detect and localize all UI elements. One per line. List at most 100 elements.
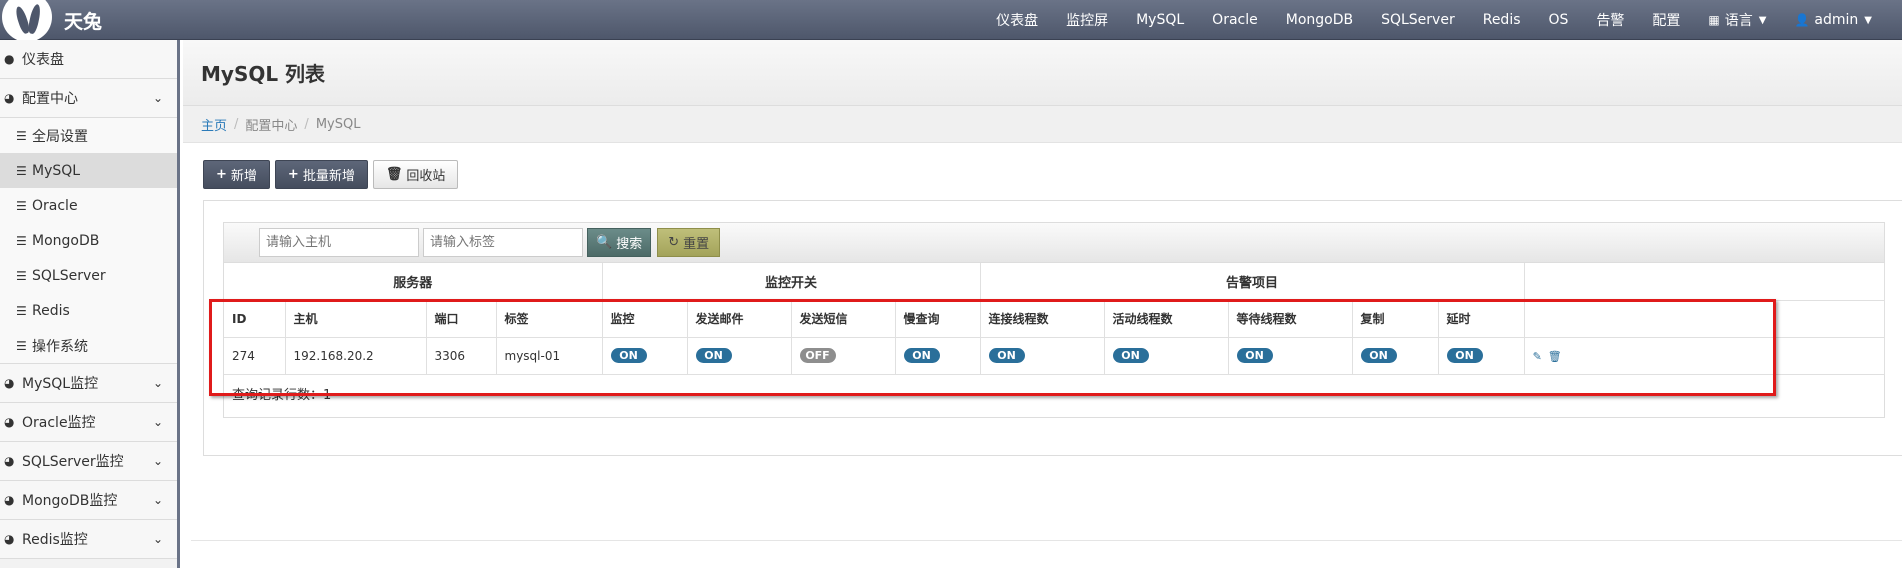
- monitor-toggle[interactable]: ON: [610, 348, 647, 363]
- group-header-alarms: 告警项目: [980, 263, 1525, 301]
- column-header-host[interactable]: 主机: [285, 300, 427, 338]
- edit-icon[interactable]: ✎: [1533, 350, 1542, 363]
- filter-bar: 🔍 搜索 ↻ 重置: [224, 223, 1884, 263]
- column-header-monitor[interactable]: 监控: [602, 300, 688, 338]
- user-icon: 👤: [1794, 13, 1810, 27]
- column-header-send-sms[interactable]: 发送短信: [791, 300, 896, 338]
- sidebar-item-mysql-monitor[interactable]: ◕ MySQL监控 ⌄: [0, 364, 177, 403]
- sidebar-item-oracle-monitor[interactable]: ◕ Oracle监控 ⌄: [0, 403, 177, 442]
- threads-running-toggle[interactable]: ON: [1112, 348, 1149, 363]
- nav-item-sqlserver[interactable]: SQLServer: [1367, 12, 1469, 28]
- sidebar-item-oracle[interactable]: ☰ Oracle: [0, 188, 177, 223]
- table-group-header: 服务器 监控开关 告警项目: [224, 263, 1885, 301]
- dashboard-icon: ◕: [4, 454, 15, 468]
- chevron-down-icon: ⌄: [152, 415, 163, 429]
- chevron-down-icon: ⌄: [152, 493, 163, 507]
- app-title: 天兔: [64, 10, 103, 33]
- user-dropdown[interactable]: 👤 admin ▼: [1780, 12, 1886, 28]
- config-submenu: ☰ 全局设置 ☰ MySQL ☰ Oracle ☰ MongoDB ☰ SQLServer…: [0, 118, 177, 364]
- column-header-port[interactable]: 端口: [426, 300, 497, 338]
- breadcrumb-config-center[interactable]: 配置中心: [245, 115, 297, 134]
- column-header-tag[interactable]: 标签: [496, 300, 603, 338]
- recycle-bin-button[interactable]: 🗑 回收站: [372, 160, 459, 189]
- sidebar-item-config-center[interactable]: ◕ 配置中心 ⌄: [0, 79, 177, 118]
- language-dropdown[interactable]: ▦ 语言 ▼: [1694, 10, 1780, 30]
- nav-item-mongodb[interactable]: MongoDB: [1272, 12, 1367, 28]
- plus-icon: +: [216, 167, 227, 182]
- column-header-threads-waits[interactable]: 等待线程数: [1228, 300, 1353, 338]
- cell-slow-query: ON: [895, 337, 981, 375]
- sidebar-item-mongodb[interactable]: ☰ MongoDB: [0, 223, 177, 258]
- column-header-replication[interactable]: 复制: [1352, 300, 1439, 338]
- column-header-threads-running[interactable]: 活动线程数: [1104, 300, 1229, 338]
- chevron-down-icon: ⌄: [152, 376, 163, 390]
- record-count: 查询记录行数：1: [232, 387, 332, 403]
- nav-item-mysql[interactable]: MySQL: [1122, 12, 1198, 28]
- sidebar-item-sqlserver[interactable]: ☰ SQLServer: [0, 258, 177, 293]
- replication-toggle[interactable]: ON: [1360, 348, 1397, 363]
- column-header-delay[interactable]: 延时: [1438, 300, 1525, 338]
- reset-button[interactable]: ↻ 重置: [657, 228, 721, 257]
- add-button[interactable]: + 新增: [203, 160, 270, 189]
- group-header-switches: 监控开关: [602, 263, 981, 301]
- cell-delay: ON: [1438, 337, 1525, 375]
- cell-tag: mysql-01: [496, 337, 603, 375]
- column-header-threads-connected[interactable]: 连接线程数: [980, 300, 1105, 338]
- add-button-label: 新增: [230, 169, 257, 184]
- delay-toggle[interactable]: ON: [1446, 348, 1483, 363]
- threads-connected-toggle[interactable]: ON: [988, 348, 1025, 363]
- column-header-actions: [1524, 300, 1885, 338]
- trash-icon: 🗑: [385, 167, 403, 182]
- sidebar-item-dashboard[interactable]: ● 仪表盘: [0, 40, 177, 79]
- delete-icon[interactable]: 🗑: [1548, 350, 1562, 363]
- search-button[interactable]: 🔍 搜索: [587, 228, 652, 257]
- column-header-send-mail[interactable]: 发送邮件: [687, 300, 792, 338]
- sidebar-item-redis[interactable]: ☰ Redis: [0, 293, 177, 328]
- tag-search-input[interactable]: [423, 228, 583, 257]
- breadcrumb-home[interactable]: 主页: [201, 115, 227, 134]
- column-header-id[interactable]: ID: [224, 300, 286, 338]
- rabbit-logo-icon: [0, 0, 54, 40]
- nav-item-config[interactable]: 配置: [1638, 10, 1694, 30]
- caret-down-icon: ▼: [1864, 14, 1872, 26]
- sidebar-item-label: MySQL监控: [22, 376, 99, 392]
- sidebar-item-mongodb-monitor[interactable]: ◕ MongoDB监控 ⌄: [0, 481, 177, 520]
- cell-threads-running: ON: [1104, 337, 1229, 375]
- column-header-slow-query[interactable]: 慢查询: [895, 300, 981, 338]
- list-icon: ☰: [16, 338, 27, 353]
- sidebar-item-os[interactable]: ☰ 操作系统: [0, 328, 177, 363]
- sidebar-item-mysql[interactable]: ☰ MySQL: [0, 153, 177, 188]
- cell-threads-waits: ON: [1228, 337, 1353, 375]
- brand[interactable]: 天兔: [0, 0, 102, 40]
- nav-item-oracle[interactable]: Oracle: [1198, 12, 1272, 28]
- sidebar-item-label: MySQL: [32, 162, 81, 179]
- breadcrumb-current: MySQL: [315, 116, 361, 132]
- chevron-down-icon: ⌄: [152, 91, 163, 105]
- send-mail-toggle[interactable]: ON: [695, 348, 732, 363]
- sidebar: ● 仪表盘 ◕ 配置中心 ⌄ ☰ 全局设置 ☰ MySQL ☰ Oracle ☰ Mon…: [0, 40, 180, 568]
- sidebar-item-redis-monitor[interactable]: ◕ Redis监控 ⌄: [0, 520, 177, 559]
- sidebar-item-label: 仪表盘: [22, 52, 64, 68]
- group-header-actions: [1524, 263, 1885, 301]
- sidebar-item-global-settings[interactable]: ☰ 全局设置: [0, 118, 177, 153]
- slow-query-toggle[interactable]: ON: [903, 348, 940, 363]
- nav-item-monitor-screen[interactable]: 监控屏: [1052, 10, 1122, 30]
- host-search-input[interactable]: [259, 228, 419, 257]
- batch-add-button[interactable]: + 批量新增: [274, 160, 368, 189]
- nav-item-dashboard[interactable]: 仪表盘: [982, 10, 1052, 30]
- threads-waits-toggle[interactable]: ON: [1236, 348, 1273, 363]
- nav-item-alarm[interactable]: 告警: [1582, 10, 1638, 30]
- send-sms-toggle[interactable]: OFF: [799, 348, 836, 363]
- nav-menu: 仪表盘 监控屏 MySQL Oracle MongoDB SQLServer R…: [982, 0, 1902, 40]
- list-icon: ☰: [16, 163, 27, 178]
- recycle-bin-button-label: 回收站: [406, 169, 446, 184]
- sidebar-item-label: Redis: [32, 302, 70, 319]
- nav-item-os[interactable]: OS: [1535, 12, 1583, 28]
- page-header: MySQL 列表: [183, 40, 1902, 106]
- sidebar-item-label: MongoDB: [32, 232, 100, 249]
- chevron-down-icon: ⌄: [152, 532, 163, 546]
- cell-threads-connected: ON: [980, 337, 1105, 375]
- nav-item-redis[interactable]: Redis: [1469, 12, 1535, 28]
- sidebar-item-sqlserver-monitor[interactable]: ◕ SQLServer监控 ⌄: [0, 442, 177, 481]
- search-button-label: 搜索: [616, 237, 643, 252]
